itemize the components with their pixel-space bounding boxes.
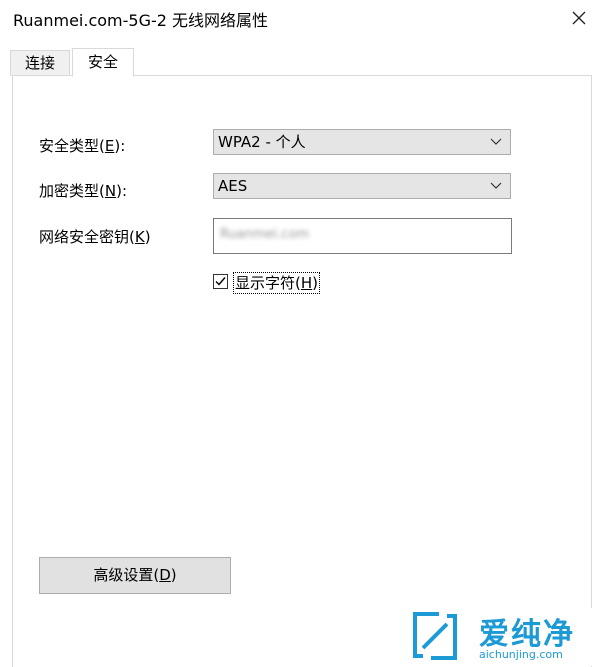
watermark-name: 爱纯净 [479, 617, 575, 652]
checkmark-icon [215, 277, 226, 286]
network-key-label: 网络安全密钥(K) [39, 228, 151, 246]
window-title: Ruanmei.com-5G-2 无线网络属性 [13, 11, 269, 30]
encryption-type-select[interactable]: AES [213, 173, 511, 199]
chevron-down-icon [490, 138, 502, 145]
network-key-value: Ruanmei.com [220, 227, 310, 242]
show-characters-checkbox[interactable] [213, 274, 228, 289]
encryption-type-value: AES [218, 177, 248, 195]
network-key-input[interactable]: Ruanmei.com [213, 218, 512, 254]
show-characters-label: 显示字符(H) [233, 272, 321, 294]
watermark-url: aichunjing.com [479, 648, 563, 661]
watermark-logo-icon [413, 612, 457, 660]
security-type-label: 安全类型(E): [39, 137, 126, 155]
watermark: 爱纯净 aichunjing.com [404, 608, 603, 666]
tab-connection-label: 连接 [24, 54, 55, 72]
tab-security-label: 安全 [87, 53, 118, 71]
security-type-select[interactable]: WPA2 - 个人 [213, 129, 511, 155]
title-bar: Ruanmei.com-5G-2 无线网络属性 [0, 0, 603, 38]
tab-security[interactable]: 安全 [72, 48, 134, 77]
encryption-type-label: 加密类型(N): [39, 182, 128, 200]
advanced-settings-button[interactable]: 高级设置(D) [39, 557, 231, 594]
close-button[interactable] [569, 8, 589, 28]
chevron-down-icon [490, 182, 502, 189]
security-type-value: WPA2 - 个人 [218, 133, 306, 151]
tab-connection[interactable]: 连接 [10, 50, 70, 76]
close-icon [572, 11, 586, 25]
